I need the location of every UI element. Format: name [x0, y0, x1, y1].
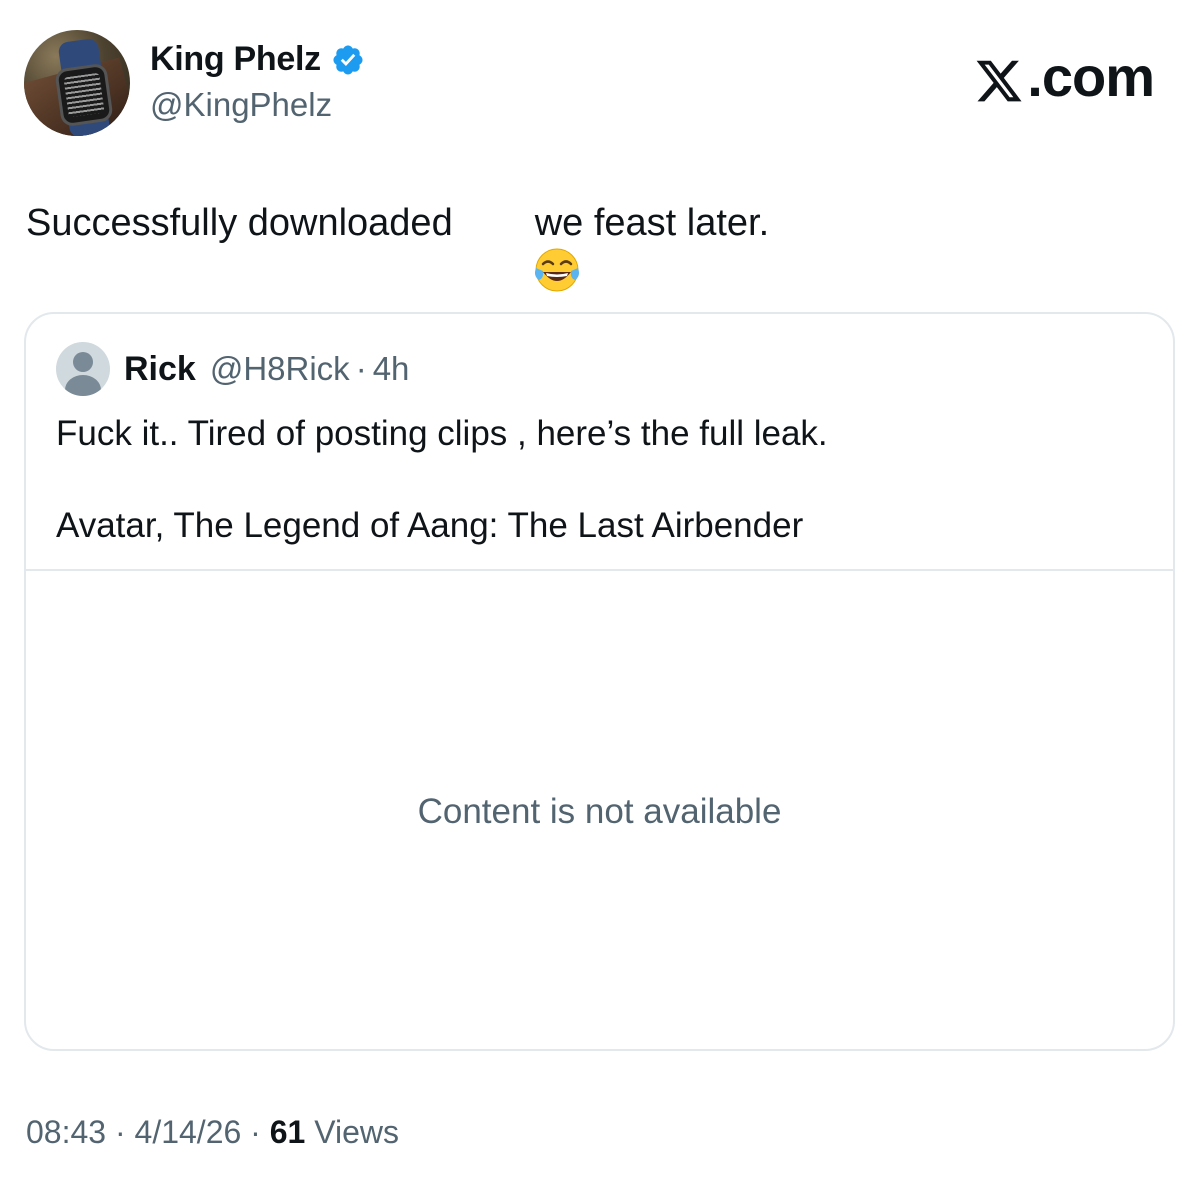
quoted-author-handle[interactable]: @H8Rick [210, 350, 350, 388]
views-label: Views [314, 1114, 399, 1150]
quoted-media-placeholder: Content is not available [26, 571, 1173, 1049]
meta-separator-1: · [106, 1114, 134, 1151]
quoted-tweet-text-line-2: Avatar, The Legend of Aang: The Last Air… [56, 506, 804, 545]
quoted-tweet-header: Rick @H8Rick · 4h [56, 342, 409, 396]
author-avatar[interactable] [24, 30, 130, 136]
default-avatar-head [73, 352, 93, 372]
tweet-screenshot: King Phelz @KingPhelz .com Successfully … [0, 0, 1200, 1194]
avatar-photo-watch [54, 62, 114, 128]
author-display-name[interactable]: King Phelz [150, 40, 321, 79]
quoted-tweet-text-line-1: Fuck it.. Tired of posting clips , here’… [56, 414, 828, 453]
tweet-text-part-2: we feast later. [534, 202, 770, 244]
quoted-timestamp[interactable]: 4h [373, 350, 410, 388]
quoted-separator-dot: · [355, 350, 367, 387]
quoted-author-name[interactable]: Rick [124, 350, 196, 389]
quoted-author-avatar[interactable] [56, 342, 110, 396]
tweet-text: Successfully downloaded we feast later. [26, 198, 770, 292]
meta-separator-dot-1: · [114, 1114, 126, 1150]
x-logo-icon [973, 54, 1025, 104]
default-avatar-body [65, 375, 101, 396]
tweet-time[interactable]: 08:43 [26, 1114, 106, 1151]
tweet-text-part-1: Successfully downloaded [26, 202, 453, 244]
quoted-tweet-card[interactable]: Rick @H8Rick · 4h Fuck it.. Tired of pos… [24, 312, 1175, 1051]
views-label-spacer [305, 1114, 314, 1151]
author-name-row: King Phelz [150, 40, 365, 79]
meta-separator-dot-2: · [250, 1114, 261, 1150]
x-brand-watermark: .com [973, 44, 1155, 109]
content-unavailable-message: Content is not available [417, 792, 782, 831]
brand-domain-text: .com [1027, 45, 1155, 108]
verified-badge-icon [331, 43, 365, 77]
meta-separator-2: · [241, 1114, 269, 1151]
tweet-meta: 08:43 · 4/14/26 · 61 Views [26, 1114, 399, 1151]
author-handle[interactable]: @KingPhelz [150, 86, 332, 124]
face-with-tears-of-joy-emoji-icon [469, 198, 580, 292]
views-count: 61 [269, 1114, 306, 1150]
tweet-date[interactable]: 4/14/26 [135, 1114, 242, 1151]
